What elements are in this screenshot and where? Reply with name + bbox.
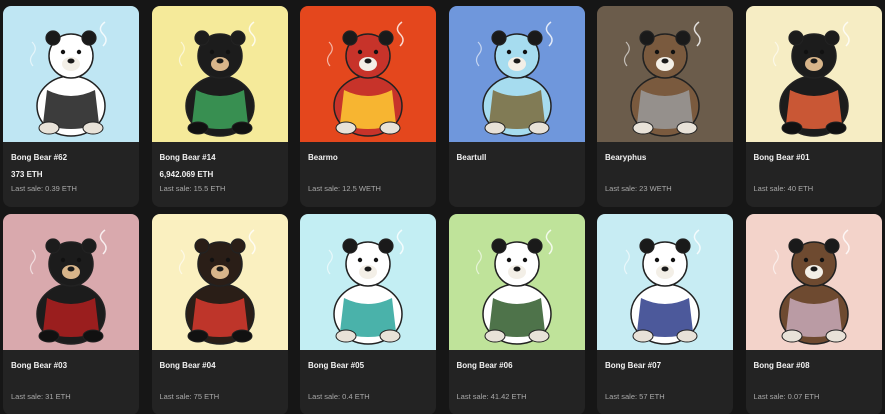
nft-info: Bong Bear #08 Last sale: 0.07 ETH [746, 350, 882, 414]
nft-name[interactable]: Bong Bear #08 [754, 361, 810, 370]
nft-info: Bong Bear #03 Last sale: 31 ETH [3, 350, 139, 414]
nft-image[interactable] [745, 6, 882, 142]
nft-card[interactable]: Bong Bear #08 Last sale: 0.07 ETH [745, 214, 882, 414]
nft-card[interactable]: Bong Bear #07 Last sale: 57 ETH [597, 214, 733, 414]
nft-last-sale: Last sale: 57 ETH [605, 392, 665, 401]
nft-image[interactable] [300, 6, 436, 142]
nft-name[interactable]: Bong Bear #04 [160, 361, 216, 370]
bear-illustration [300, 214, 436, 350]
nft-info: Bong Bear #04 Last sale: 75 ETH [152, 350, 288, 414]
nft-card[interactable]: Bong Bear #14 6,942.069 ETH Last sale: 15.… [151, 6, 288, 207]
nft-image[interactable] [597, 214, 733, 350]
nft-card[interactable]: Bong Bear #03 Last sale: 31 ETH [3, 214, 139, 414]
nft-card[interactable]: Bong Bear #01 Last sale: 40 ETH [745, 6, 882, 207]
nft-image[interactable] [151, 6, 288, 142]
nft-info: Bong Bear #07 Last sale: 57 ETH [597, 350, 733, 414]
bear-illustration [151, 214, 288, 350]
nft-info: Bong Bear #05 Last sale: 0.4 ETH [300, 350, 436, 414]
nft-last-sale: Last sale: 41.42 ETH [456, 392, 527, 401]
nft-image[interactable] [300, 214, 436, 350]
bear-illustration [597, 214, 733, 350]
nft-image[interactable] [597, 6, 733, 142]
nft-price: 6,942.069 ETH [159, 170, 214, 179]
nft-last-sale: Last sale: 0.39 ETH [11, 184, 77, 193]
nft-name[interactable]: Bearmo [308, 153, 338, 162]
nft-image[interactable] [151, 214, 288, 350]
nft-info: Beartull [449, 142, 585, 207]
bear-illustration [3, 214, 139, 350]
nft-last-sale: Last sale: 0.4 ETH [308, 392, 370, 401]
nft-name[interactable]: Bong Bear #62 [11, 153, 67, 162]
nft-card[interactable]: Bong Bear #04 Last sale: 75 ETH [151, 214, 288, 414]
bear-illustration [448, 6, 585, 142]
nft-name[interactable]: Bong Bear #03 [11, 361, 67, 370]
nft-image[interactable] [3, 214, 139, 350]
nft-grid: Bong Bear #62 373 ETH Last sale: 0.39 ETH … [3, 6, 882, 414]
nft-info: Bong Bear #62 373 ETH Last sale: 0.39 ETH [3, 142, 139, 207]
nft-price: 373 ETH [11, 170, 43, 179]
nft-info: Bearmo Last sale: 12.5 WETH [300, 142, 436, 207]
nft-name[interactable]: Bong Bear #01 [754, 153, 810, 162]
nft-last-sale: Last sale: 75 ETH [159, 392, 220, 401]
nft-name[interactable]: Bearyphus [605, 153, 646, 162]
nft-card[interactable]: Bearyphus Last sale: 23 WETH [597, 6, 733, 207]
nft-info: Bearyphus Last sale: 23 WETH [597, 142, 733, 207]
nft-info: Bong Bear #14 6,942.069 ETH Last sale: 15.… [152, 142, 288, 207]
nft-last-sale: Last sale: 40 ETH [753, 184, 814, 193]
nft-name[interactable]: Bong Bear #06 [457, 361, 513, 370]
nft-card[interactable]: Bong Bear #06 Last sale: 41.42 ETH [448, 214, 585, 414]
nft-image[interactable] [448, 214, 585, 350]
nft-last-sale: Last sale: 23 WETH [605, 184, 672, 193]
nft-last-sale: Last sale: 15.5 ETH [159, 184, 226, 193]
nft-last-sale: Last sale: 12.5 WETH [308, 184, 381, 193]
bear-illustration [448, 214, 585, 350]
bear-illustration [745, 214, 882, 350]
nft-name[interactable]: Beartull [457, 153, 487, 162]
nft-card[interactable]: Bearmo Last sale: 12.5 WETH [300, 6, 436, 207]
nft-name[interactable]: Bong Bear #14 [160, 153, 216, 162]
nft-image[interactable] [448, 6, 585, 142]
nft-info: Bong Bear #01 Last sale: 40 ETH [746, 142, 882, 207]
nft-last-sale: Last sale: 31 ETH [11, 392, 71, 401]
nft-card[interactable]: Beartull [448, 6, 585, 207]
nft-name[interactable]: Bong Bear #07 [605, 361, 661, 370]
nft-info: Bong Bear #06 Last sale: 41.42 ETH [449, 350, 585, 414]
bear-illustration [597, 6, 733, 142]
nft-image[interactable] [745, 214, 882, 350]
bear-illustration [151, 6, 288, 142]
bear-illustration [300, 6, 436, 142]
nft-image[interactable] [3, 6, 139, 142]
nft-last-sale: Last sale: 0.07 ETH [753, 392, 820, 401]
bear-illustration [3, 6, 139, 142]
nft-card[interactable]: Bong Bear #05 Last sale: 0.4 ETH [300, 214, 436, 414]
nft-name[interactable]: Bong Bear #05 [308, 361, 364, 370]
nft-card[interactable]: Bong Bear #62 373 ETH Last sale: 0.39 ETH [3, 6, 139, 207]
bear-illustration [745, 6, 882, 142]
